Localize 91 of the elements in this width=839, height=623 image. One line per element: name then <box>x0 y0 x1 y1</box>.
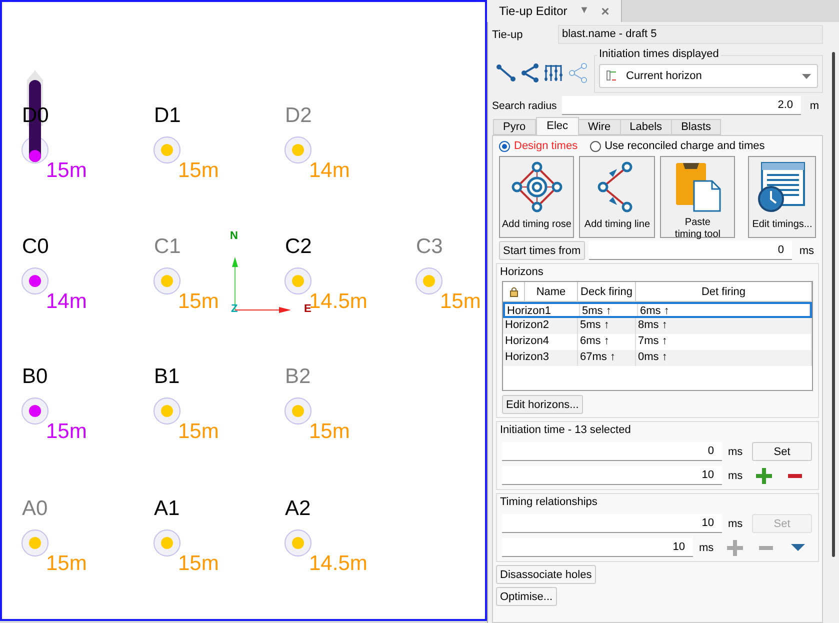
tool-button[interactable]: Edit timings... <box>748 156 816 238</box>
minus-icon[interactable] <box>759 546 773 550</box>
plus-icon[interactable] <box>727 540 743 556</box>
hole-label: C3 <box>416 236 443 257</box>
tab[interactable]: Blasts <box>671 119 722 135</box>
depth-label: 15m <box>178 421 219 442</box>
axis-label: E <box>304 304 312 315</box>
input-field[interactable]: 0 <box>588 241 792 260</box>
table-row[interactable]: Horizon3 67ms ↑ 0ms ↑ <box>503 350 812 366</box>
grid-tool-icon[interactable] <box>544 63 564 83</box>
table-cell: 5ms ↑ <box>580 304 638 316</box>
hole-label: C0 <box>22 236 49 257</box>
caret-icon[interactable] <box>791 544 805 551</box>
axis-label: Z <box>231 304 238 315</box>
dropdown-button[interactable]: ▼ <box>579 4 590 18</box>
hole-label: B0 <box>22 366 48 387</box>
hole-label: B2 <box>285 366 311 387</box>
tab[interactable]: Pyro <box>493 119 536 135</box>
table-cell: 6ms ↑ <box>638 304 810 316</box>
line-tool-icon[interactable] <box>496 63 516 83</box>
field-label: Search radius <box>492 98 558 112</box>
start-times-button[interactable]: Start times from <box>499 241 585 260</box>
hole-label: D1 <box>154 105 181 126</box>
table-cell: Horizon3 <box>503 350 578 366</box>
column-header[interactable]: Deck firing <box>578 282 636 301</box>
depth-label: 15m <box>178 553 219 574</box>
depth-label: 15m <box>309 421 350 442</box>
group-title: Timing relationships <box>500 495 598 509</box>
axis-label: N <box>230 231 238 242</box>
depth-label: 15m <box>46 160 87 181</box>
branch-tool-icon[interactable] <box>520 63 540 83</box>
tool-button[interactable]: Add timing rose <box>499 156 574 238</box>
table-cell: 67ms ↑ <box>578 350 636 366</box>
scrollbar[interactable] <box>832 52 834 557</box>
unit-label: ms <box>728 468 742 482</box>
group-title: Horizons <box>500 265 544 279</box>
tab[interactable]: Wire <box>578 119 621 135</box>
share-tool-icon[interactable] <box>568 63 588 83</box>
column-header[interactable]: Det firing <box>636 282 812 301</box>
lock-icon <box>510 286 518 296</box>
table-row[interactable]: Horizon4 6ms ↑ 7ms ↑ <box>503 334 812 350</box>
tab[interactable]: Labels <box>620 119 672 135</box>
input-field[interactable]: 10 <box>502 466 722 485</box>
tool-button[interactable]: Add timing line <box>579 156 655 238</box>
table-cell: Horizon1 <box>505 304 580 316</box>
radio-button[interactable]: Design times <box>499 139 578 153</box>
depth-label: 15m <box>440 291 481 312</box>
depth-label: 14m <box>46 291 87 312</box>
table-row[interactable]: Horizon2 5ms ↑ 8ms ↑ <box>503 318 812 334</box>
tab[interactable]: Elec <box>536 117 580 135</box>
unit-label: m <box>808 98 819 112</box>
input-field[interactable]: blast.name - draft 5 <box>558 25 823 44</box>
hole-label: A2 <box>285 498 311 519</box>
group-title: Initiation time - 13 selected <box>500 423 632 437</box>
caret-icon <box>802 74 811 78</box>
depth-label: 15m <box>178 160 219 181</box>
set-button[interactable]: Set <box>752 442 812 461</box>
dropdown[interactable]: Current horizon <box>599 64 818 88</box>
action-button[interactable]: Optimise... <box>496 587 557 606</box>
unit-label: ms <box>728 516 742 530</box>
hole-label: A0 <box>22 498 48 519</box>
hole-label: A1 <box>154 498 180 519</box>
close-button[interactable]: × <box>601 4 610 18</box>
edit-horizons-button[interactable]: Edit horizons... <box>502 395 583 414</box>
minus-icon[interactable] <box>788 474 802 478</box>
depth-label: 14m <box>309 160 350 181</box>
action-button[interactable]: Disassociate holes <box>496 565 596 584</box>
unit-label: ms <box>699 540 713 554</box>
plus-icon[interactable] <box>756 468 772 484</box>
input-field[interactable]: 2.0 <box>562 96 801 115</box>
hole-label: B1 <box>154 366 180 387</box>
unit-label: ms <box>798 244 814 258</box>
hole-label: C1 <box>154 236 181 257</box>
group-title: Initiation times displayed <box>597 47 721 61</box>
field-label: Tie-up <box>492 28 524 42</box>
column-header[interactable]: Name <box>525 282 578 301</box>
horizon-icon <box>606 70 618 82</box>
tool-button[interactable]: Paste timing tool <box>660 156 736 238</box>
unit-label: ms <box>728 444 742 458</box>
hole-label: D2 <box>285 105 312 126</box>
dropdown-value: Current horizon <box>626 69 703 83</box>
depth-label: 15m <box>178 291 219 312</box>
radio-button[interactable]: Use reconciled charge and times <box>590 139 765 153</box>
hole-label: C2 <box>285 236 312 257</box>
table-cell: 0ms ↑ <box>636 350 812 366</box>
tab-title[interactable]: Tie-up Editor <box>499 4 568 18</box>
depth-label: 15m <box>46 553 87 574</box>
depth-label: 15m <box>46 421 87 442</box>
set-button: Set <box>752 514 812 533</box>
input-field[interactable]: 0 <box>502 442 722 461</box>
depth-label: 14.5m <box>309 553 368 574</box>
